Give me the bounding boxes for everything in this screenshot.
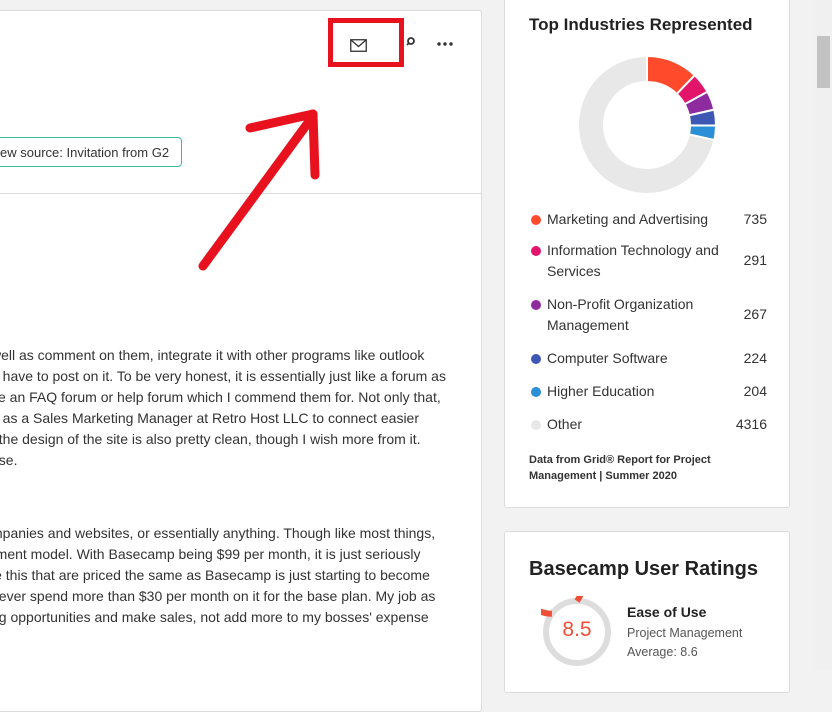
review-line: mpanies and websites, or essentially any… <box>0 525 436 541</box>
legend-dot <box>531 420 541 430</box>
scrollbar-thumb[interactable] <box>817 36 830 88</box>
review-line: , the design of the site is also pretty … <box>0 431 421 447</box>
review-line: ng opportunities and make sales, not add… <box>0 609 429 625</box>
legend-label: Information Technology and Services <box>547 242 719 279</box>
legend-count: 204 <box>743 383 767 399</box>
legend-item: Higher Education 204 <box>529 381 767 402</box>
legend-count: 735 <box>743 211 767 227</box>
legend-label: Marketing and Advertising <box>547 211 709 227</box>
industries-title: Top Industries Represented <box>529 15 753 34</box>
more-horizontal-icon <box>437 42 453 46</box>
legend-count: 224 <box>743 350 767 366</box>
legend-count: 267 <box>743 306 767 322</box>
industries-donut-chart <box>577 55 717 195</box>
legend-dot <box>531 215 541 225</box>
link-icon <box>406 37 415 46</box>
review-line: never spend more than $30 per month on i… <box>0 588 436 604</box>
legend-item: Computer Software 224 <box>529 348 767 369</box>
legend-item: Non-Profit Organization Management 267 <box>529 294 767 336</box>
rating-average: Average: 8.6 <box>627 645 698 659</box>
review-line: le this that are priced the same as Base… <box>0 567 430 583</box>
data-source-note: Data from Grid® Report for Project Manag… <box>529 454 711 482</box>
review-paragraph-likes: well as comment on them, integrate it wi… <box>0 345 461 471</box>
legend-item: Marketing and Advertising 735 <box>529 209 767 230</box>
legend-label: Other <box>547 416 583 432</box>
legend-item: Information Technology and Services 291 <box>529 240 767 282</box>
review-line: rment model. With Basecamp being $99 per… <box>0 546 421 562</box>
legend-dot <box>531 246 541 256</box>
email-review-button[interactable] <box>343 33 373 57</box>
legend-label: Higher Education <box>547 383 655 399</box>
user-ratings-panel: Basecamp User Ratings 8.5 Ease of Use Pr… <box>504 531 790 693</box>
scrollbar-track[interactable] <box>814 0 832 671</box>
review-line: ase. <box>0 452 18 468</box>
legend-dot <box>531 354 541 364</box>
legend-count: 4316 <box>735 416 767 432</box>
review-line: well as comment on them, integrate it wi… <box>0 347 425 363</box>
copy-link-button[interactable] <box>401 35 417 53</box>
legend-dot <box>531 300 541 310</box>
review-line: ke an FAQ forum or help forum which I co… <box>0 389 441 405</box>
ratings-title: Basecamp User Ratings <box>529 558 758 580</box>
top-industries-panel: Top Industries Represented Marketing and… <box>504 0 790 508</box>
review-source-text: ew source: Invitation from G2 <box>0 144 170 160</box>
review-paragraph-dislikes: mpanies and websites, or essentially any… <box>0 523 461 628</box>
score-value: 8.5 <box>562 618 592 641</box>
review-line: u have to post on it. To be very honest,… <box>0 368 446 384</box>
review-source-badge: ew source: Invitation from G2 <box>0 137 183 167</box>
legend-count: 291 <box>743 252 767 268</box>
legend-dot <box>531 387 541 397</box>
legend-item: Other 4316 <box>529 414 767 435</box>
review-header: ew source: Invitation from G2 <box>0 11 481 194</box>
review-card: ew source: Invitation from G2 well as co… <box>0 10 482 712</box>
review-line: e as a Sales Marketing Manager at Retro … <box>0 410 419 426</box>
legend-label: Non-Profit Organization Management <box>547 296 694 333</box>
mail-icon <box>349 38 367 52</box>
rating-category: Project Management <box>627 626 743 640</box>
more-options-button[interactable] <box>435 35 459 53</box>
legend-label: Computer Software <box>547 350 668 366</box>
rating-label: Ease of Use <box>627 604 707 620</box>
